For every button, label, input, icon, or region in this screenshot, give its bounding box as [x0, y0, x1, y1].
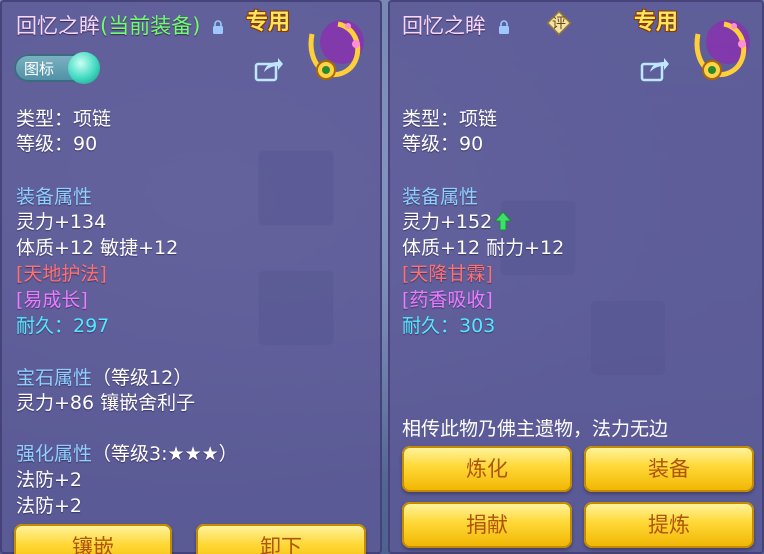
durability: 耐久：297 [16, 315, 110, 337]
attr-value: 灵力+152 [402, 211, 493, 233]
compare-item-tooltip: 回忆之眸 评 专用 类型：项链 等级：90 装备属性 灵力+152 体质+12 … [388, 0, 764, 554]
attr-line: 体质+12 敏捷+12 [16, 237, 179, 259]
unequip-button[interactable]: 卸下 [196, 524, 366, 554]
item-description: 相传此物乃佛主遗物，法力无边 [402, 418, 669, 440]
item-level: 等级：90 [402, 133, 484, 155]
enhance-header: 强化属性（等级3:★★★） [16, 439, 238, 466]
enhance-header-label: 强化属性 [16, 443, 93, 465]
attr-header: 装备属性 [16, 186, 93, 208]
attr-line: 灵力+134 [16, 211, 107, 233]
necklace-icon [694, 20, 750, 80]
necklace-icon [308, 20, 364, 80]
gem-header-label: 宝石属性 [16, 367, 93, 389]
item-level: 等级：90 [16, 133, 98, 155]
current-equipped-tag: (当前装备) [100, 14, 201, 38]
attr-header: 装备属性 [402, 186, 479, 208]
exclusive-badge: 专用 [634, 10, 679, 35]
toggle-label: 图标 [24, 60, 55, 78]
special-effect: [天地护法] [16, 263, 107, 285]
rating-icon[interactable]: 评 [546, 10, 572, 36]
equip-button[interactable]: 装备 [584, 446, 754, 492]
exclusive-badge: 专用 [246, 10, 291, 35]
enhance-level: （等级3:★★★） [92, 443, 238, 465]
attr-line: 灵力+152 [402, 207, 513, 234]
lock-icon [213, 20, 224, 34]
gem-line: 灵力+86 镶嵌舍利子 [16, 392, 196, 414]
durability: 耐久：303 [402, 315, 496, 337]
lock-icon [498, 20, 509, 34]
attr-line: 体质+12 耐力+12 [402, 237, 565, 259]
enhance-line: 法防+2 [16, 495, 83, 517]
donate-button[interactable]: 捐献 [402, 502, 572, 548]
equipped-item-tooltip: 回忆之眸(当前装备) 专用 图标 类型：项链 等级：90 装备属性 灵力+134… [0, 0, 382, 554]
item-title: 回忆之眸 [402, 10, 510, 40]
item-type: 类型：项链 [16, 108, 112, 130]
inlay-button[interactable]: 镶嵌 [14, 524, 172, 554]
special-effect: [天降甘霖] [402, 263, 493, 285]
special-skill: [易成长] [16, 289, 88, 311]
icon-toggle[interactable]: 图标 [14, 52, 100, 84]
share-icon[interactable] [640, 56, 670, 82]
enhance-line: 法防+2 [16, 469, 83, 491]
special-skill: [药香吸收] [402, 289, 493, 311]
item-name: 回忆之眸 [16, 14, 100, 38]
share-icon[interactable] [254, 56, 284, 82]
up-arrow-icon [494, 211, 513, 231]
refine-button[interactable]: 炼化 [402, 446, 572, 492]
toggle-knob [68, 52, 100, 84]
gem-header: 宝石属性（等级12） [16, 363, 192, 390]
rating-label: 评 [552, 16, 566, 32]
item-title: 回忆之眸(当前装备) [16, 10, 224, 40]
item-type: 类型：项链 [402, 108, 498, 130]
extract-button[interactable]: 提炼 [584, 502, 754, 548]
gem-level: （等级12） [92, 367, 193, 389]
item-name: 回忆之眸 [402, 14, 486, 38]
